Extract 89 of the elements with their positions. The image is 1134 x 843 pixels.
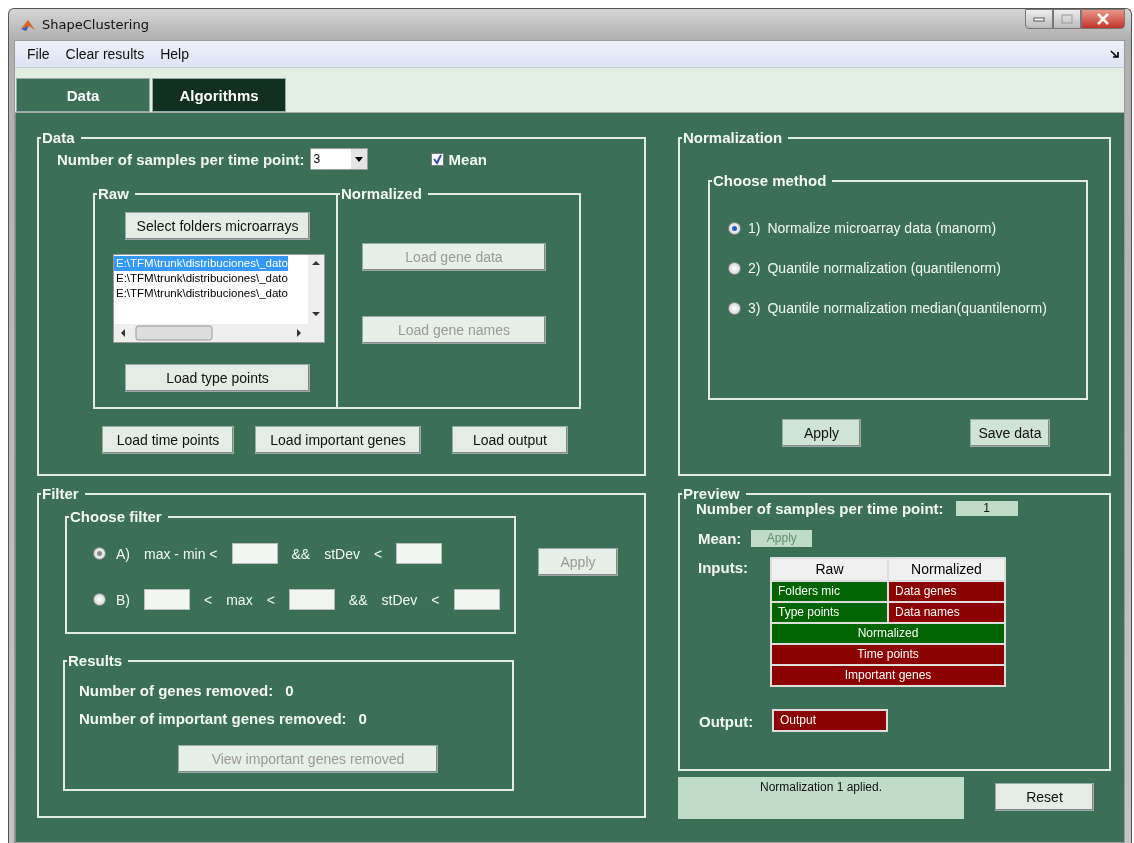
- result-value: 0: [358, 709, 367, 727]
- filter-text: <: [204, 591, 213, 608]
- tab[interactable]: Data: [16, 78, 150, 112]
- samples-label: Number of samples per time point:: [57, 150, 305, 168]
- input-field[interactable]: [453, 589, 500, 610]
- radio-button[interactable]: [93, 593, 106, 606]
- vertical-scrollbar[interactable]: [308, 255, 324, 342]
- result-label: Number of genes removed:: [79, 681, 274, 699]
- maximize-icon: [1061, 14, 1073, 24]
- menu-item[interactable]: File: [19, 44, 58, 64]
- group-title: Filter: [41, 485, 80, 502]
- status-cell: Time points: [772, 645, 1004, 664]
- folder-item[interactable]: E:\TFM\trunk\distribuciones\_dato: [114, 271, 288, 286]
- minimize-icon: [1033, 16, 1045, 22]
- method-number: 3): [748, 300, 761, 316]
- filter-text: stDev: [381, 591, 418, 608]
- radio-button[interactable]: [93, 547, 106, 560]
- inputs-label: Inputs:: [698, 559, 749, 576]
- filter-text: &&: [291, 545, 311, 562]
- horizontal-scrollbar[interactable]: [114, 324, 308, 342]
- radio-button[interactable]: [728, 261, 741, 275]
- filter-text: <: [374, 545, 383, 562]
- group-title: Results: [67, 652, 124, 669]
- load-button[interactable]: Load output: [452, 426, 568, 454]
- load-type-points-button[interactable]: Load type points: [125, 364, 310, 392]
- status-cell: Type points: [772, 603, 887, 622]
- filter-text: <: [431, 591, 440, 608]
- samples-dropdown[interactable]: 3: [309, 148, 368, 170]
- menu-item[interactable]: Clear results: [57, 44, 153, 64]
- reset-button[interactable]: Reset: [995, 783, 1094, 811]
- group-title: Raw: [97, 185, 130, 202]
- input-field[interactable]: [144, 589, 190, 610]
- folders-listbox[interactable]: E:\TFM\trunk\distribuciones\_dato E:\TFM\trunk\distribuciones\_dato E:\TFM\trunk\distribuciones\_dato: [113, 254, 325, 343]
- option-letter: B): [116, 591, 130, 608]
- caret-icon: [350, 149, 367, 169]
- load-button[interactable]: Load important genes: [255, 426, 421, 454]
- status-cell: Folders mic: [772, 582, 887, 601]
- mean-checkbox[interactable]: [430, 152, 444, 166]
- group-title: Preview: [682, 485, 741, 502]
- filter-text: max: [226, 591, 253, 608]
- status-message: Normalization 1 aplied.: [678, 777, 964, 819]
- option-letter: A): [116, 545, 130, 562]
- apply-button[interactable]: Apply: [782, 419, 861, 447]
- status-cell: Data names: [889, 603, 1004, 622]
- samples-label: Number of samples per time point:: [696, 500, 944, 517]
- filter-text: &&: [348, 591, 368, 608]
- filter-text: <: [266, 591, 275, 608]
- mean-label: Mean: [448, 150, 487, 168]
- save-data-button[interactable]: Save data: [970, 419, 1050, 447]
- column-header: Normalized: [889, 559, 1004, 580]
- method-label: Normalize microarray data (manorm): [767, 220, 997, 236]
- method-number: 2): [748, 260, 761, 276]
- group-title: Data: [41, 129, 76, 146]
- group-title: Normalized: [340, 185, 423, 202]
- status-cell: Important genes: [772, 666, 1004, 685]
- load-button[interactable]: Load time points: [102, 426, 234, 454]
- group-title: Choose filter: [69, 508, 163, 525]
- output-status: Output: [772, 709, 888, 732]
- result-label: Number of important genes removed:: [79, 709, 347, 727]
- method-label: Quantile normalization median(quantilenorm): [767, 300, 1047, 316]
- radio-button[interactable]: [728, 301, 741, 315]
- input-field[interactable]: [231, 543, 278, 564]
- maximize-button[interactable]: [1053, 9, 1081, 29]
- column-header: Raw: [772, 559, 887, 580]
- minimize-button[interactable]: [1025, 9, 1053, 29]
- method-number: 1): [748, 220, 761, 236]
- mean-value: Apply: [751, 530, 813, 547]
- arrow-icon[interactable]: [1110, 49, 1120, 59]
- window-title: ShapeClustering: [42, 17, 149, 32]
- close-icon: [1096, 13, 1110, 25]
- output-label: Output:: [699, 713, 755, 730]
- filter-text: stDev: [324, 545, 360, 562]
- close-button[interactable]: [1081, 9, 1125, 29]
- menu-item[interactable]: Help: [152, 44, 197, 64]
- status-cell: Data genes: [889, 582, 1004, 601]
- result-value: 0: [285, 681, 294, 699]
- input-field[interactable]: [396, 543, 443, 564]
- group-title: Normalization: [682, 129, 784, 146]
- filter-text: max - min <: [144, 545, 218, 562]
- tab[interactable]: Algorithms: [152, 78, 286, 112]
- folder-item[interactable]: E:\TFM\trunk\distribuciones\_dato: [114, 286, 288, 301]
- select-folders-button[interactable]: Select folders microarrays: [125, 212, 310, 240]
- status-cell: Normalized: [772, 624, 1004, 643]
- radio-button[interactable]: [728, 221, 741, 235]
- method-label: Quantile normalization (quantilenorm): [767, 260, 1001, 276]
- group-title: Choose method: [712, 172, 828, 189]
- input-field[interactable]: [288, 589, 335, 610]
- samples-value: 1: [955, 501, 1018, 516]
- mean-label: Mean:: [698, 530, 742, 547]
